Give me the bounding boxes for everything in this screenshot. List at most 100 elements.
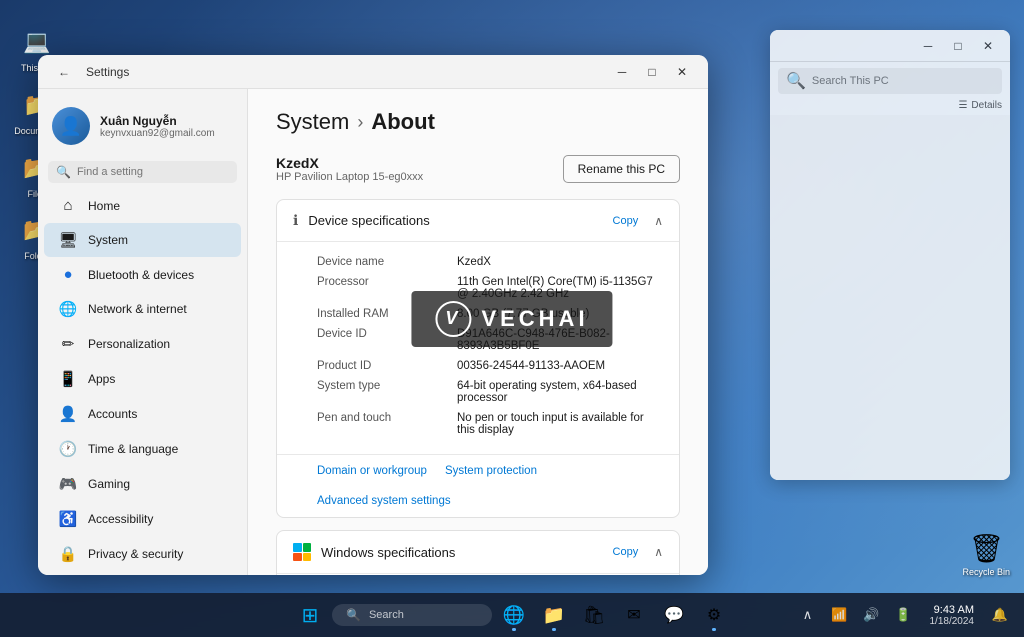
sidebar-item-network[interactable]: 🌐 Network & internet bbox=[44, 292, 241, 326]
windows-logo-icon bbox=[293, 543, 311, 561]
tray-chevron-icon[interactable]: ∧ bbox=[794, 601, 822, 629]
sidebar-item-home[interactable]: ⌂ Home bbox=[44, 189, 241, 222]
device-specs-section: ℹ Device specifications Copy ∧ Device na… bbox=[276, 199, 680, 518]
sidebar-item-accounts[interactable]: 👤 Accounts bbox=[44, 397, 241, 431]
pc-info-text: KzedX HP Pavilion Laptop 15-eg0xxx bbox=[276, 155, 423, 183]
device-specs-copy-button[interactable]: Copy bbox=[607, 213, 645, 229]
recycle-bin-label: Recycle Bin bbox=[962, 567, 1010, 577]
taskbar-search-input[interactable] bbox=[369, 609, 478, 621]
recycle-bin-icon[interactable]: 🗑 Recycle Bin bbox=[962, 532, 1010, 577]
spec-value-ram: 8.00 GB (7.77 GB usable) bbox=[457, 308, 659, 320]
windows-specs-title-area: Windows specifications bbox=[293, 543, 455, 561]
notification-icon[interactable]: 🔔 bbox=[986, 601, 1014, 629]
taskbar-search-icon: 🔍 bbox=[346, 608, 361, 622]
settings-titlebar: ← Settings ─ □ ✕ bbox=[38, 55, 708, 89]
sidebar-item-label-gaming: Gaming bbox=[88, 477, 130, 491]
tray-sound-icon[interactable]: 🔊 bbox=[858, 601, 886, 629]
avatar: 👤 bbox=[52, 107, 90, 145]
breadcrumb-about: About bbox=[371, 109, 435, 135]
device-specs-table: Device name KzedX Processor 11th Gen Int… bbox=[277, 242, 679, 454]
taskbar-right: ∧ 📶 🔊 🔋 9:43 AM 1/18/2024 🔔 bbox=[794, 601, 1015, 629]
tray-network-icon[interactable]: 📶 bbox=[826, 601, 854, 629]
device-specs-controls: Copy ∧ bbox=[607, 213, 663, 229]
edge-icon: 🌐 bbox=[503, 605, 525, 626]
related-link-advanced[interactable]: Advanced system settings bbox=[317, 495, 451, 507]
pc-model: HP Pavilion Laptop 15-eg0xxx bbox=[276, 171, 423, 183]
pc-info-card: KzedX HP Pavilion Laptop 15-eg0xxx Renam… bbox=[276, 155, 680, 183]
spec-row-device-name: Device name KzedX bbox=[317, 252, 659, 272]
clock-date: 1/18/2024 bbox=[930, 616, 975, 627]
settings-back-button[interactable]: ← bbox=[50, 58, 78, 86]
sidebar-item-label-bluetooth: Bluetooth & devices bbox=[88, 268, 194, 282]
explorer-search-bar[interactable]: 🔍 bbox=[778, 68, 1002, 94]
windows-specs-copy-button[interactable]: Copy bbox=[607, 544, 645, 560]
rename-pc-button[interactable]: Rename this PC bbox=[563, 155, 680, 183]
spec-label-device-name: Device name bbox=[317, 256, 457, 268]
spec-label-system-type: System type bbox=[317, 380, 457, 404]
start-icon: ⊞ bbox=[302, 603, 319, 628]
sidebar-item-time[interactable]: 🕐 Time & language bbox=[44, 432, 241, 466]
file-explorer-icon: 📁 bbox=[543, 605, 565, 626]
details-icon: ☰ bbox=[958, 100, 967, 111]
spec-value-system-type: 64-bit operating system, x64-based proce… bbox=[457, 380, 659, 404]
system-icon: 🖥 bbox=[58, 231, 78, 249]
start-button[interactable]: ⊞ bbox=[292, 597, 328, 633]
settings-close-button[interactable]: ✕ bbox=[668, 58, 696, 86]
taskbar-app-settings[interactable]: ⚙ bbox=[696, 597, 732, 633]
sidebar-item-label-personalization: Personalization bbox=[88, 337, 170, 351]
related-link-protection[interactable]: System protection bbox=[445, 465, 537, 477]
tray-battery-icon[interactable]: 🔋 bbox=[890, 601, 918, 629]
taskbar-search-bar[interactable]: 🔍 bbox=[332, 604, 492, 626]
explorer-minimize-button[interactable]: ─ bbox=[914, 32, 942, 60]
taskbar-app-teams[interactable]: 💬 bbox=[656, 597, 692, 633]
device-specs-title-area: ℹ Device specifications bbox=[293, 212, 430, 229]
settings-search-bar[interactable]: 🔍 bbox=[48, 161, 237, 183]
explorer-search-input[interactable] bbox=[812, 75, 994, 87]
taskbar-app-store[interactable]: 🛍 bbox=[576, 597, 612, 633]
user-profile[interactable]: 👤 Xuân Nguyễn keynvxuan92@gmail.com bbox=[38, 97, 247, 155]
taskbar-app-explorer[interactable]: 📁 bbox=[536, 597, 572, 633]
related-links: Domain or workgroup System protection Ad… bbox=[277, 454, 679, 517]
sidebar-item-gaming[interactable]: 🎮 Gaming bbox=[44, 467, 241, 501]
spec-value-processor: 11th Gen Intel(R) Core(TM) i5-1135G7 @ 2… bbox=[457, 276, 659, 300]
taskbar-app-mail[interactable]: ✉ bbox=[616, 597, 652, 633]
related-link-domain[interactable]: Domain or workgroup bbox=[317, 465, 427, 477]
sidebar-item-label-apps: Apps bbox=[88, 372, 115, 386]
explorer-window: ─ □ ✕ 🔍 ☰ Details bbox=[770, 30, 1010, 480]
breadcrumb-separator: › bbox=[357, 112, 363, 133]
explorer-close-button[interactable]: ✕ bbox=[974, 32, 1002, 60]
spec-row-processor: Processor 11th Gen Intel(R) Core(TM) i5-… bbox=[317, 272, 659, 304]
explorer-maximize-button[interactable]: □ bbox=[944, 32, 972, 60]
settings-search-input[interactable] bbox=[77, 166, 229, 178]
gaming-icon: 🎮 bbox=[58, 475, 78, 493]
explorer-win-controls: ─ □ ✕ bbox=[914, 32, 1002, 60]
taskbar-app-edge[interactable]: 🌐 bbox=[496, 597, 532, 633]
personalization-icon: ✏ bbox=[58, 335, 78, 353]
spec-label-pen-touch: Pen and touch bbox=[317, 412, 457, 436]
windows-specs-title: Windows specifications bbox=[321, 545, 455, 560]
device-specs-header[interactable]: ℹ Device specifications Copy ∧ bbox=[277, 200, 679, 242]
sidebar-item-accessibility[interactable]: ♿ Accessibility bbox=[44, 502, 241, 536]
spec-row-product-id: Product ID 00356-24544-91133-AAOEM bbox=[317, 356, 659, 376]
titlebar-left: ← Settings bbox=[50, 58, 129, 86]
privacy-icon: 🔒 bbox=[58, 545, 78, 563]
sidebar-item-system[interactable]: 🖥 System bbox=[44, 223, 241, 257]
settings-window: ← Settings ─ □ ✕ 👤 Xuân Nguyễn keynvxuan… bbox=[38, 55, 708, 575]
windows-specs-header[interactable]: Windows specifications Copy ∧ bbox=[277, 531, 679, 574]
settings-minimize-button[interactable]: ─ bbox=[608, 58, 636, 86]
bluetooth-icon: ● bbox=[58, 266, 78, 283]
store-icon: 🛍 bbox=[583, 605, 606, 626]
sidebar-item-personalization[interactable]: ✏ Personalization bbox=[44, 327, 241, 361]
sidebar-item-apps[interactable]: 📱 Apps bbox=[44, 362, 241, 396]
explorer-details-button[interactable]: ☰ Details bbox=[770, 100, 1010, 115]
device-specs-chevron-icon: ∧ bbox=[654, 214, 663, 228]
sidebar-item-bluetooth[interactable]: ● Bluetooth & devices bbox=[44, 258, 241, 291]
sidebar-item-privacy[interactable]: 🔒 Privacy & security bbox=[44, 537, 241, 571]
settings-maximize-button[interactable]: □ bbox=[638, 58, 666, 86]
sidebar-item-label-privacy: Privacy & security bbox=[88, 547, 183, 561]
sidebar-item-update[interactable]: ↻ Windows Update bbox=[44, 572, 241, 575]
clock[interactable]: 9:43 AM 1/18/2024 bbox=[924, 602, 981, 629]
settings-win-controls: ─ □ ✕ bbox=[608, 58, 696, 86]
sidebar-item-label-accessibility: Accessibility bbox=[88, 512, 153, 526]
user-email: keynvxuan92@gmail.com bbox=[100, 128, 215, 139]
